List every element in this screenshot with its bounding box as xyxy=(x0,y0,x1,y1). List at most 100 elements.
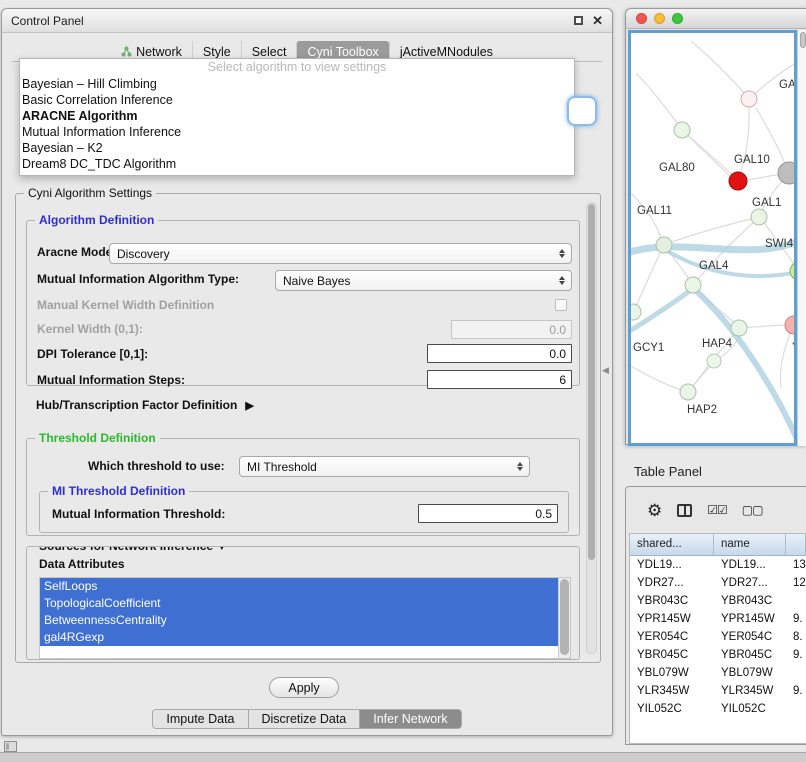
dpi-tolerance-input[interactable] xyxy=(427,344,572,363)
network-node[interactable] xyxy=(674,122,690,138)
network-edge xyxy=(633,249,662,312)
table-cell: 9. xyxy=(786,685,806,697)
data-attributes-list[interactable]: SelfLoopsTopologicalCoefficientBetweenne… xyxy=(39,577,571,659)
table-cell: YIL052C xyxy=(714,703,786,715)
algorithm-dropdown-items: Bayesian – Hill ClimbingBasic Correlatio… xyxy=(20,76,574,172)
network-node[interactable] xyxy=(741,91,757,107)
table-cell: 13 xyxy=(786,559,806,571)
kernel-width-input[interactable] xyxy=(451,320,572,339)
network-node[interactable] xyxy=(685,277,701,293)
zoom-traffic-light[interactable] xyxy=(672,13,683,24)
attributes-scrollbar-thumb[interactable] xyxy=(560,579,569,655)
table-cell: YPR145W xyxy=(630,613,714,625)
table-cell: YBR043C xyxy=(630,595,714,607)
table-row[interactable]: YDR27...YDR27...12 xyxy=(630,574,806,592)
kernel-width-label: Kernel Width (0,1): xyxy=(37,322,143,336)
panel-collapse-handle[interactable]: ◀ xyxy=(602,365,609,376)
table-panel: ⚙ ☑☑ ▢▢ shared...name YDL19...YDL19...13… xyxy=(625,486,806,745)
column-header-shared[interactable]: shared... xyxy=(630,534,714,556)
close-icon[interactable]: ✕ xyxy=(592,14,603,27)
table-row[interactable]: YBR043CYBR043C xyxy=(630,592,806,610)
algorithm-definition-title: Algorithm Definition xyxy=(35,213,158,227)
table-cell: YBR045C xyxy=(630,649,714,661)
float-window-icon[interactable] xyxy=(574,16,583,25)
algorithm-definition-group: Algorithm Definition Aracne Mode: Discov… xyxy=(26,220,580,386)
expanded-triangle-icon[interactable]: ▼ xyxy=(216,546,227,553)
column-header-extra[interactable] xyxy=(786,534,806,556)
table-row[interactable]: YDL19...YDL19...13 xyxy=(630,556,806,574)
network-node[interactable] xyxy=(631,304,641,320)
attribute-item-selfloops[interactable]: SelfLoops xyxy=(40,578,558,595)
mi-algorithm-type-value: Naive Bayes xyxy=(276,274,555,288)
settings-scrollbar-thumb[interactable] xyxy=(588,204,595,560)
mi-threshold-label: Mutual Information Threshold: xyxy=(52,507,225,521)
mi-threshold-input[interactable] xyxy=(418,504,558,523)
which-threshold-select[interactable]: MI Threshold xyxy=(239,456,530,477)
aracne-mode-label: Aracne Mode: xyxy=(37,245,116,259)
network-scrollbar[interactable] xyxy=(797,30,806,446)
which-threshold-value: MI Threshold xyxy=(240,460,513,474)
network-node-label: GAL xyxy=(779,79,794,91)
manual-kernel-width-checkbox[interactable] xyxy=(555,299,567,311)
sources-title-text: Sources for Network Inference xyxy=(39,546,213,553)
network-node-label: HAP2 xyxy=(687,404,717,416)
hub-transcription-factor-section[interactable]: Hub/Transcription Factor Definition ▶ xyxy=(36,398,254,412)
gear-icon[interactable]: ⚙ xyxy=(647,502,662,519)
panel-dock-icon[interactable] xyxy=(4,741,17,752)
network-canvas[interactable]: GALGAL80GAL10GAL11GAL1SWI4GAL4GCY1HAP4YH… xyxy=(628,30,797,446)
network-node-label: GAL4 xyxy=(699,260,729,272)
algorithm-option-bayesian-k2[interactable]: Bayesian – K2 xyxy=(20,140,574,156)
close-traffic-light[interactable] xyxy=(636,13,647,24)
table-row[interactable]: YIL052CYIL052C xyxy=(630,700,806,718)
table-row[interactable]: YER054CYER054C8. xyxy=(630,628,806,646)
tab-label: Cyni Toolbox xyxy=(307,45,378,59)
attribute-item-gal4rgexp[interactable]: gal4RGexp xyxy=(40,629,558,646)
network-view-window: GALGAL80GAL10GAL11GAL1SWI4GAL4GCY1HAP4YH… xyxy=(625,8,806,445)
network-node[interactable] xyxy=(778,162,794,184)
algorithm-option-bayesian-hill-climbing[interactable]: Bayesian – Hill Climbing xyxy=(20,76,574,92)
attribute-item-betweennesscentrality[interactable]: BetweennessCentrality xyxy=(40,612,558,629)
collapsed-triangle-icon[interactable]: ▶ xyxy=(245,399,253,412)
network-node[interactable] xyxy=(790,262,794,280)
bottom-tab-discretize-data[interactable]: Discretize Data xyxy=(249,709,361,729)
minimize-traffic-light[interactable] xyxy=(654,13,665,24)
algorithm-option-aracne-algorithm[interactable]: ARACNE Algorithm xyxy=(20,108,574,124)
attribute-item-topologicalcoefficient[interactable]: TopologicalCoefficient xyxy=(40,595,558,612)
table-row[interactable]: YPR145WYPR145W9. xyxy=(630,610,806,628)
network-scrollbar-thumb[interactable] xyxy=(800,32,806,48)
deselect-all-checkboxes-icon[interactable]: ▢▢ xyxy=(742,504,763,516)
network-edge xyxy=(738,101,749,181)
bottom-tab-impute-data[interactable]: Impute Data xyxy=(152,709,248,729)
network-node[interactable] xyxy=(680,384,696,400)
table-row[interactable]: YBR045CYBR045C9. xyxy=(630,646,806,664)
network-graph: GALGAL80GAL10GAL11GAL1SWI4GAL4GCY1HAP4YH… xyxy=(631,33,794,443)
network-node[interactable] xyxy=(751,209,767,225)
mi-steps-input[interactable] xyxy=(427,370,572,389)
settings-scrollbar[interactable] xyxy=(586,202,597,654)
columns-icon[interactable] xyxy=(677,504,692,517)
mi-algorithm-type-select[interactable]: Naive Bayes xyxy=(275,270,572,291)
tab-label: Select xyxy=(252,45,287,59)
network-node[interactable] xyxy=(731,320,747,336)
attributes-scrollbar[interactable] xyxy=(558,578,570,658)
column-header-name[interactable]: name xyxy=(714,534,786,556)
control-panel-window: Control Panel ✕ NetworkStyleSelectCyni T… xyxy=(1,8,613,736)
table-row[interactable]: YBL079WYBL079W xyxy=(630,664,806,682)
aracne-mode-select[interactable]: Discovery xyxy=(109,243,572,264)
algorithm-option-mutual-information-inference[interactable]: Mutual Information Inference xyxy=(20,124,574,140)
algorithm-option-basic-correlation-inference[interactable]: Basic Correlation Inference xyxy=(20,92,574,108)
network-node-label: GAL11 xyxy=(637,205,672,217)
algorithm-combo-button[interactable] xyxy=(567,96,597,126)
bottom-tab-infer-network[interactable]: Infer Network xyxy=(360,709,461,729)
which-threshold-label: Which threshold to use: xyxy=(88,459,225,473)
algorithm-option-dream8-dc-tdc-algorithm[interactable]: Dream8 DC_TDC Algorithm xyxy=(20,156,574,172)
network-node[interactable] xyxy=(707,354,721,368)
network-node[interactable] xyxy=(729,172,747,190)
network-node[interactable] xyxy=(656,237,672,253)
settings-group-title: Cyni Algorithm Settings xyxy=(24,186,156,200)
table-cell: 8. xyxy=(786,631,806,643)
select-all-checkboxes-icon[interactable]: ☑☑ xyxy=(707,504,727,516)
network-node[interactable] xyxy=(785,316,794,334)
apply-button[interactable]: Apply xyxy=(269,677,339,698)
table-row[interactable]: YLR345WYLR345W9. xyxy=(630,682,806,700)
